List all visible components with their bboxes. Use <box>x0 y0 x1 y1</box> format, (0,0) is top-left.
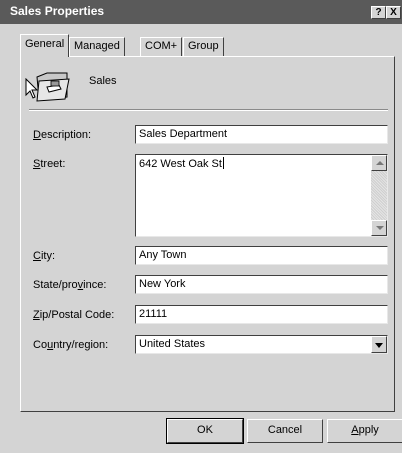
apply-button[interactable]: Apply <box>327 419 402 443</box>
arrow-down-icon <box>376 226 384 230</box>
country-label: Country/region: <box>33 339 109 351</box>
street-scrollbar[interactable] <box>371 155 387 236</box>
ok-button[interactable]: OK <box>166 418 244 444</box>
text-cursor <box>222 157 224 169</box>
street-value: 642 West Oak St <box>139 158 222 170</box>
general-tab-panel: Sales Description: Sales Department Stre… <box>20 56 395 412</box>
properties-dialog: Sales Properties ? X General Managed By … <box>0 0 402 453</box>
city-label: City: <box>33 250 56 262</box>
description-field[interactable]: Sales Department <box>135 125 388 144</box>
close-button[interactable]: X <box>386 6 401 19</box>
object-name: Sales <box>89 75 117 87</box>
zip-label: Zip/Postal Code: <box>33 309 115 321</box>
tab-com-plus[interactable]: COM+ <box>140 37 183 57</box>
arrow-up-icon <box>376 161 384 165</box>
window-title: Sales Properties <box>10 4 105 18</box>
tab-general[interactable]: General <box>20 34 70 57</box>
header-divider <box>29 109 388 111</box>
state-field[interactable]: New York <box>135 275 388 294</box>
country-dropdown-button[interactable] <box>371 336 387 353</box>
mouse-pointer-icon <box>25 78 39 99</box>
description-label: Description: <box>33 129 92 141</box>
scroll-up-button[interactable] <box>371 155 387 171</box>
street-field[interactable]: 642 West Oak St <box>135 154 388 237</box>
scroll-down-button[interactable] <box>371 220 387 236</box>
chevron-down-icon <box>375 343 383 348</box>
help-button[interactable]: ? <box>371 6 386 19</box>
state-label: State/province: <box>33 279 107 291</box>
street-label: Street: <box>33 158 66 170</box>
zip-field[interactable]: 21111 <box>135 305 388 324</box>
country-dropdown[interactable]: United States <box>135 335 388 354</box>
title-bar[interactable]: Sales Properties ? X <box>0 0 402 24</box>
tab-managed-by[interactable]: Managed By <box>69 37 125 68</box>
city-field[interactable]: Any Town <box>135 246 388 265</box>
cancel-button[interactable]: Cancel <box>247 419 323 443</box>
country-value: United States <box>139 338 206 350</box>
tab-group-policy[interactable]: Group Policy <box>183 37 224 68</box>
